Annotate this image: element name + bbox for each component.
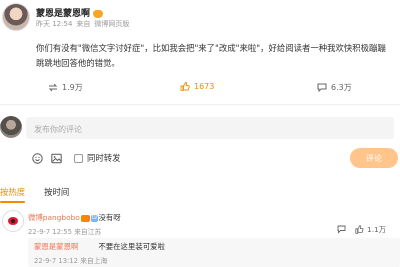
sort-tabs: 按热度 按时间 (0, 186, 69, 203)
thumbs-up-icon (180, 82, 190, 91)
comment-input[interactable] (26, 118, 394, 141)
image-icon[interactable] (51, 153, 62, 164)
comment-text: 没有呀 (98, 213, 121, 222)
repost-icon (48, 83, 58, 92)
reply-line: 蒙恩是蒙恩啊 不要在这里装可爱啦 (34, 241, 165, 252)
post-author[interactable]: 蒙恩是蒙恩啊 (36, 6, 104, 19)
post-meta: 昨天 12:54 来自 微博网页版 (36, 19, 133, 29)
commenter-avatar[interactable] (2, 210, 24, 232)
comment-like-button[interactable]: 1.1万 (355, 224, 386, 235)
reply-author[interactable]: 蒙恩是蒙恩啊 (34, 242, 78, 251)
repost-button[interactable]: 1.9万 (48, 82, 83, 93)
reply-box: 蒙恩是蒙恩啊 不要在这里装可爱啦 22-9-7 13:12 来自上海 (28, 238, 400, 267)
reply-text: 不要在这里装可爱啦 (98, 242, 165, 251)
comment-meta: 22-9-7 12:55 来自江苏 (28, 226, 101, 236)
comment-count: 6.3万 (331, 83, 352, 92)
comment-time: 22-9-7 12:55 (28, 228, 72, 236)
like-count: 1673 (194, 82, 215, 91)
reply-meta: 22-9-7 13:12 来自上海 (34, 255, 107, 265)
repost-toggle-label: 同时转发 (87, 153, 121, 163)
post-author-name[interactable]: 蒙恩是蒙恩啊 (36, 9, 90, 19)
post-actions: 1.9万 1673 6.3万 (0, 82, 400, 96)
submit-comment-button[interactable]: 评论 (350, 148, 398, 168)
comment-icon (317, 83, 327, 92)
post-source-prefix: 来自 (76, 20, 91, 28)
comment-line: 微博pangbobo LV没有呀 (28, 212, 121, 223)
repost-toggle[interactable]: 同时转发 (74, 152, 121, 164)
reply-icon[interactable] (337, 225, 346, 234)
reply-location: 来自上海 (80, 257, 108, 265)
tab-sort-by-time[interactable]: 按时间 (44, 186, 69, 198)
comment-actions: 1.1万 (337, 224, 386, 235)
commenter-name[interactable]: 微博pangbobo (28, 213, 80, 222)
post-content: 你们有没有"微信文字讨好症"，比如我会把"来了"改成"来啦"，好给阅读者一种我欢… (36, 43, 386, 68)
member-badge-icon (93, 9, 104, 18)
comment-box[interactable] (26, 117, 394, 141)
like-button[interactable]: 1673 (180, 82, 214, 91)
author-avatar[interactable] (2, 3, 30, 31)
thumbs-up-icon (355, 225, 364, 234)
divider (0, 104, 400, 105)
emoji-icon[interactable] (32, 152, 43, 164)
post-source: 微博网页版 (94, 20, 130, 28)
reply-time: 22-9-7 13:12 (34, 257, 78, 265)
comment-location: 来自江苏 (74, 228, 102, 236)
composer-tools: 同时转发 (32, 152, 121, 164)
comment-button[interactable]: 6.3万 (317, 82, 352, 93)
my-avatar (0, 116, 22, 138)
repost-count: 1.9万 (62, 83, 83, 92)
comment-like-count: 1.1万 (367, 225, 387, 234)
post-time[interactable]: 昨天 12:54 (36, 20, 72, 28)
repost-checkbox[interactable] (74, 153, 83, 163)
vip-badge-icon (80, 214, 90, 222)
tab-sort-by-hot[interactable]: 按热度 (0, 186, 26, 203)
